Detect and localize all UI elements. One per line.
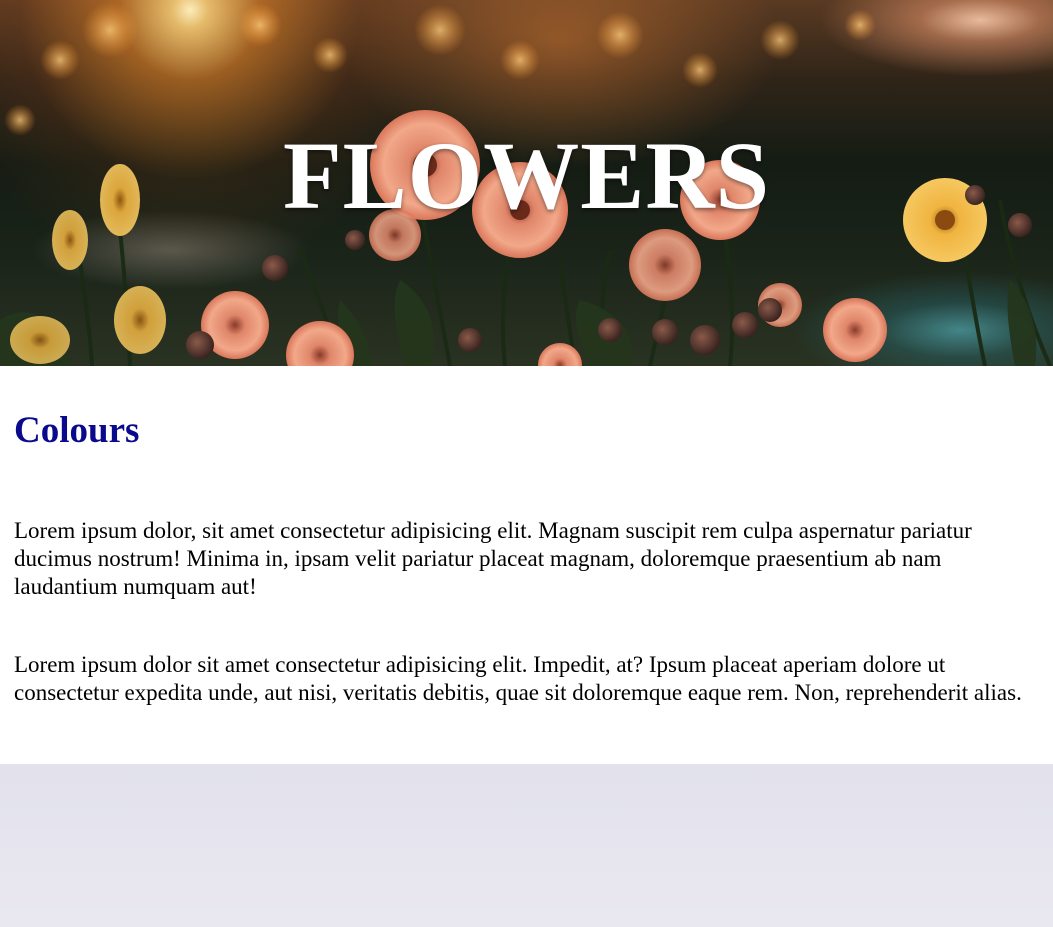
page-background (0, 764, 1053, 927)
section-heading: Colours (14, 410, 140, 451)
hero-banner: FLOWERS (0, 0, 1053, 366)
hero-title: FLOWERS (282, 122, 771, 229)
content-section: Colours Lorem ipsum dolor, sit amet cons… (0, 366, 1053, 764)
paragraph: Lorem ipsum dolor sit amet consectetur a… (14, 652, 1022, 705)
paragraph: Lorem ipsum dolor, sit amet consectetur … (14, 518, 972, 599)
